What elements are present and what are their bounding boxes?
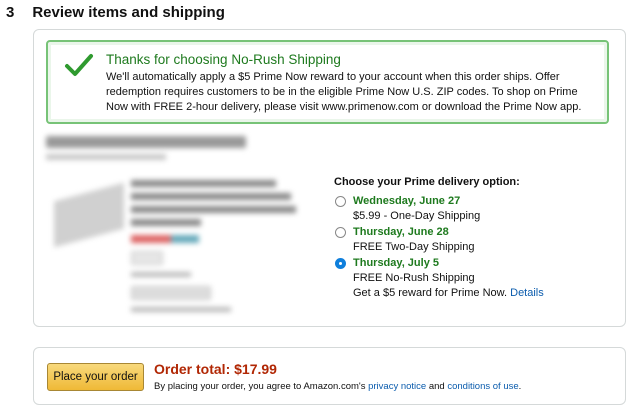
agreement-prefix: By placing your order, you agree to Amaz… (154, 381, 366, 392)
shipment-card: Thanks for choosing No-Rush Shipping We'… (33, 29, 626, 327)
no-rush-alert: Thanks for choosing No-Rush Shipping We'… (46, 40, 609, 124)
order-agreement-note: By placing your order, you agree to Amaz… (154, 381, 521, 392)
reward-note: Get a $5 reward for Prime Now. Details (353, 286, 624, 301)
order-total-value: $17.99 (234, 361, 277, 377)
blurred-product-title-line (131, 219, 201, 226)
checkmark-icon (65, 54, 93, 76)
blurred-shipped-from (46, 154, 166, 160)
blurred-sold-by (131, 272, 191, 277)
blurred-prime-badge (171, 235, 199, 243)
blurred-item-details (46, 136, 336, 316)
delivery-options-title: Choose your Prime delivery option: (334, 176, 520, 188)
agreement-suffix: . (518, 381, 522, 392)
radio-button[interactable] (335, 196, 346, 207)
conditions-of-use-link[interactable]: conditions of use (447, 381, 518, 392)
delivery-option-date: Thursday, June 28 (353, 226, 449, 238)
order-total-label: Order total: (154, 361, 231, 377)
blurred-product-title-line (131, 180, 276, 187)
blurred-estimated-delivery (46, 136, 246, 148)
delivery-options: Choose your Prime delivery option: Wedne… (334, 176, 624, 302)
delivery-option-thursday-july[interactable]: Thursday, July 5 FREE No-Rush Shipping G… (334, 256, 624, 301)
reward-text: Get a $5 reward for Prime Now. (353, 287, 508, 299)
blurred-product-image (54, 182, 124, 248)
delivery-option-detail: $5.99 - One-Day Shipping (353, 210, 481, 222)
blurred-price (131, 235, 171, 243)
agreement-and: and (428, 381, 445, 392)
alert-body: We'll automatically apply a $5 Prime Now… (106, 71, 582, 113)
blurred-gift-note (131, 307, 231, 312)
step-header: 3 Review items and shipping (6, 4, 225, 21)
order-summary-card: Place your order Order total: $17.99 By … (33, 347, 626, 405)
blurred-product-title-line (131, 206, 296, 213)
step-title: Review items and shipping (32, 4, 225, 21)
details-link[interactable]: Details (510, 287, 544, 299)
blurred-quantity (131, 251, 163, 265)
delivery-option-date: Wednesday, June 27 (353, 195, 461, 207)
delivery-option-detail: FREE Two-Day Shipping (353, 241, 475, 253)
order-total: Order total: $17.99 (154, 361, 277, 377)
privacy-notice-link[interactable]: privacy notice (368, 381, 426, 392)
radio-button-selected[interactable] (335, 258, 346, 269)
blurred-product-title-line (131, 193, 291, 200)
delivery-option-date: Thursday, July 5 (353, 257, 439, 269)
delivery-option-detail: FREE No-Rush Shipping (353, 272, 475, 284)
radio-button[interactable] (335, 227, 346, 238)
delivery-option-thursday-june[interactable]: Thursday, June 28 FREE Two-Day Shipping (334, 225, 624, 255)
delivery-option-wednesday[interactable]: Wednesday, June 27 $5.99 - One-Day Shipp… (334, 194, 624, 224)
step-number: 3 (6, 4, 15, 21)
blurred-gift-options-button (131, 286, 211, 300)
alert-title: Thanks for choosing No-Rush Shipping (106, 52, 341, 67)
place-order-button[interactable]: Place your order (47, 363, 144, 391)
